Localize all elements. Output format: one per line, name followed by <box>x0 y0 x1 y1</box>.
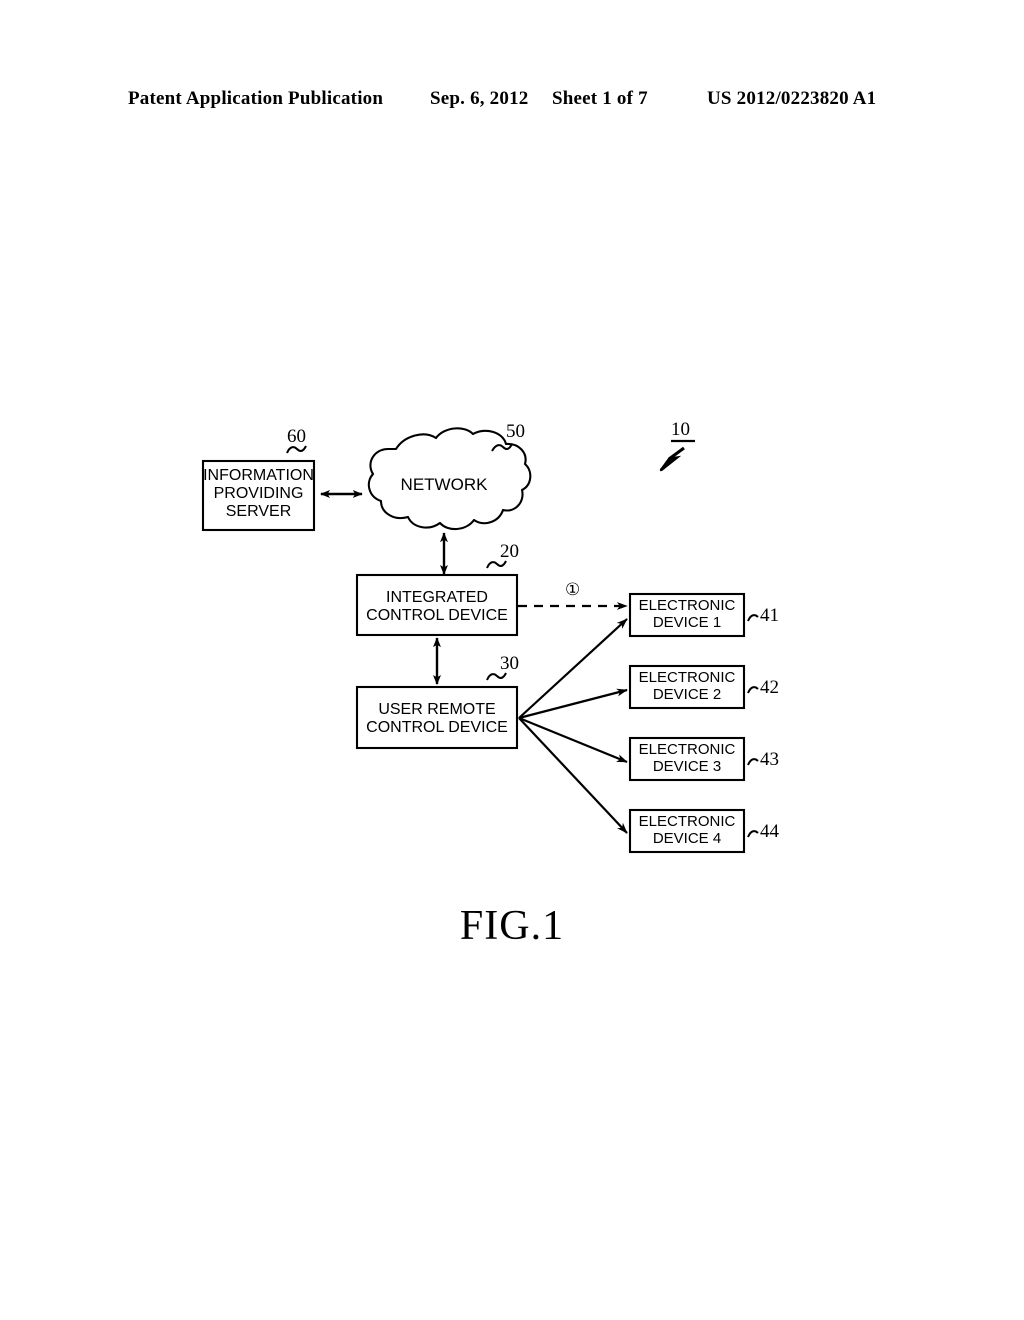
reference-numeral-20: 20 <box>500 541 519 562</box>
user-remote-control-device-box <box>355 685 519 750</box>
ref-leader-42 <box>747 686 759 694</box>
figure-caption: FIG.1 <box>459 903 565 949</box>
reference-numeral-43: 43 <box>760 749 779 770</box>
ref-leader-44 <box>747 830 759 838</box>
electronic-device-4-box <box>628 808 746 854</box>
electronic-device-1-box <box>628 592 746 638</box>
reference-numeral-42: 42 <box>760 677 779 698</box>
network-cloud-shape <box>367 427 532 531</box>
information-providing-server-box <box>201 459 316 532</box>
signal-annotation-one: ① <box>565 580 581 599</box>
electronic-device-2-box <box>628 664 746 710</box>
reference-numeral-50: 50 <box>506 421 525 442</box>
arrow-userremote-device4 <box>518 717 628 834</box>
reference-numeral-30: 30 <box>500 653 519 674</box>
reference-numeral-41: 41 <box>760 605 779 626</box>
electronic-device-3-box <box>628 736 746 782</box>
reference-numeral-10: 10 <box>671 419 690 440</box>
ref-leader-41 <box>747 614 759 622</box>
arrow-userremote-device3 <box>518 716 628 764</box>
reference-numeral-44: 44 <box>760 821 779 842</box>
reference-numeral-60: 60 <box>287 426 306 447</box>
ref-leader-43 <box>747 758 759 766</box>
ref-lightning-arrowhead-10 <box>659 457 673 472</box>
integrated-control-device-box <box>355 573 519 637</box>
patent-figure-page: Patent Application Publication Sep. 6, 2… <box>0 0 1024 1320</box>
